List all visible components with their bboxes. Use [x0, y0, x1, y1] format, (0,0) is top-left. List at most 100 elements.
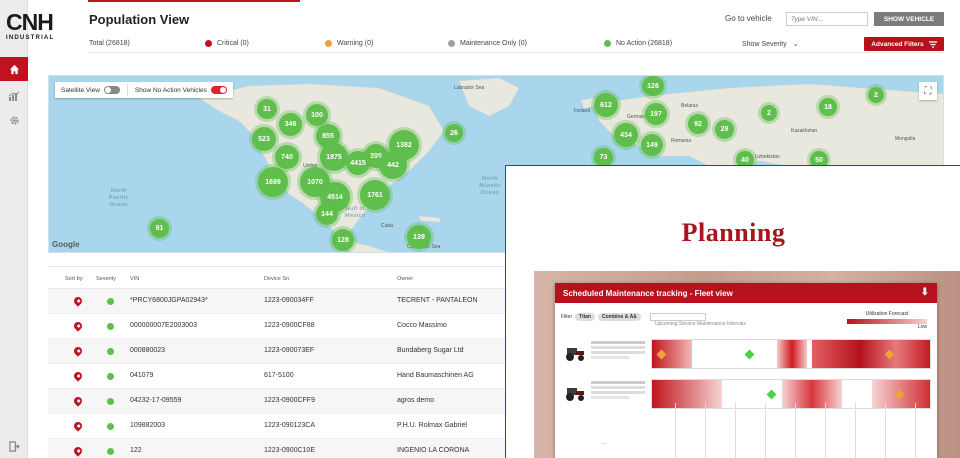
- location-pin-icon[interactable]: [72, 320, 84, 332]
- severity-dot-icon: [107, 323, 114, 330]
- table-row[interactable]: 000000007E2003003 1223-0900CF88 Cocco Ma…: [48, 314, 518, 339]
- more-rows-indicator: ...: [601, 439, 607, 446]
- column-header-device[interactable]: Device Sn: [264, 276, 289, 282]
- map-cluster[interactable]: 2: [868, 87, 884, 103]
- map-cluster[interactable]: 4415: [346, 151, 370, 175]
- map-cluster[interactable]: 18: [819, 98, 837, 116]
- table-row[interactable]: 041079 617-5100 Hand Baumaschinen AG: [48, 364, 518, 389]
- map-cluster[interactable]: 346: [279, 113, 302, 136]
- cell-device: 1223-090073EF: [264, 347, 315, 354]
- map-cluster[interactable]: 139: [407, 225, 431, 249]
- cell-vin: 000880023: [130, 347, 166, 354]
- location-pin-icon[interactable]: [72, 445, 84, 457]
- planning-overlay: Planning Scheduled Maintenance tracking …: [505, 165, 960, 458]
- map-cluster[interactable]: 1761: [360, 180, 390, 210]
- filter-icon: [928, 40, 937, 48]
- map-cluster[interactable]: 197: [645, 103, 667, 125]
- status-maintenance[interactable]: Maintenance Only (0): [448, 40, 527, 47]
- warning-dot-icon: [325, 40, 332, 47]
- map-cluster[interactable]: 92: [688, 114, 708, 134]
- plan-search-input[interactable]: [649, 313, 706, 321]
- goto-vehicle-label: Go to vehicle: [725, 14, 772, 23]
- advanced-filters-button[interactable]: Advanced Filters: [864, 37, 944, 51]
- table-row[interactable]: 109882003 1223-090123CA P.H.U. Rolmax Ga…: [48, 414, 518, 439]
- map-cluster[interactable]: 612: [594, 93, 618, 117]
- filter-chip[interactable]: Titan: [575, 313, 595, 321]
- map-cluster[interactable]: 149: [641, 134, 663, 156]
- logout-icon[interactable]: [0, 434, 28, 458]
- cell-owner: P.H.U. Rolmax Gabriel: [397, 422, 467, 429]
- status-total[interactable]: Total (26818): [89, 40, 130, 47]
- cell-vin: *PRCY6800JGPA02943*: [130, 297, 208, 304]
- map-cluster[interactable]: 100: [306, 104, 328, 126]
- advanced-filters-label: Advanced Filters: [871, 40, 924, 48]
- map-cluster[interactable]: 26: [445, 124, 463, 142]
- map-cluster[interactable]: 91: [150, 219, 169, 238]
- table-row[interactable]: 122 1223-0900C10E INGENIO LA CORONA: [48, 439, 518, 458]
- location-pin-icon[interactable]: [72, 345, 84, 357]
- cell-vin: 041079: [130, 372, 154, 379]
- maintenance-tracking-window: Scheduled Maintenance tracking - Fleet v…: [555, 283, 937, 458]
- cell-owner: Cocco Massimo: [397, 322, 447, 329]
- status-warning[interactable]: Warning (0): [325, 40, 373, 47]
- status-maintenance-label: Maintenance Only (0): [460, 40, 527, 47]
- show-no-action-toggle[interactable]: [210, 86, 227, 94]
- location-pin-icon[interactable]: [72, 370, 84, 382]
- show-vehicle-button[interactable]: SHOW VEHICLE: [874, 12, 944, 26]
- location-pin-icon[interactable]: [72, 295, 84, 307]
- google-logo: Google: [52, 240, 80, 249]
- status-no-action[interactable]: No Action (26818): [604, 40, 672, 47]
- column-header-vin[interactable]: VIN: [130, 276, 139, 282]
- logo-mark: CNH: [6, 9, 54, 35]
- location-pin-icon[interactable]: [72, 395, 84, 407]
- map-cluster[interactable]: 29: [715, 120, 734, 139]
- cell-owner: Bundaberg Sugar Ltd: [397, 347, 464, 354]
- maintenance-track[interactable]: [651, 339, 931, 369]
- status-critical[interactable]: Critical (0): [205, 40, 249, 47]
- cell-vin: 109882003: [130, 422, 166, 429]
- show-severity-label: Show Severity: [742, 40, 787, 48]
- planning-title: Planning: [681, 218, 786, 247]
- map-cluster[interactable]: 1699: [258, 167, 288, 197]
- vehicle-table: Sort by: Severity VIN Device Sn Owner *P…: [48, 266, 518, 458]
- filter-chip[interactable]: Combine & A&: [597, 313, 641, 321]
- column-header-severity[interactable]: Severity: [96, 276, 116, 282]
- critical-dot-icon: [205, 40, 212, 47]
- map-cluster[interactable]: 144: [316, 203, 338, 225]
- download-icon[interactable]: ⬇: [921, 287, 929, 298]
- show-severity-dropdown[interactable]: Show Severity ⌄: [742, 40, 799, 49]
- vin-search-input[interactable]: [786, 12, 868, 26]
- map-cluster[interactable]: 128: [332, 229, 354, 251]
- place-label: Romania: [671, 138, 692, 144]
- map-controls: Satellite View Show No Action Vehicles: [55, 82, 233, 98]
- fullscreen-icon[interactable]: ⛶: [919, 82, 937, 100]
- map-cluster[interactable]: 2: [761, 105, 777, 121]
- cell-owner: agros demo: [397, 397, 434, 404]
- place-label: Mongolia: [895, 136, 916, 142]
- cell-device: 1223-090123CA: [264, 422, 315, 429]
- maintenance-track[interactable]: [651, 379, 931, 409]
- map-cluster[interactable]: 31: [257, 99, 277, 119]
- column-header-owner[interactable]: Owner: [397, 276, 413, 282]
- map-cluster[interactable]: 1875: [320, 143, 348, 171]
- map-cluster[interactable]: 740: [275, 145, 299, 169]
- map-cluster[interactable]: 523: [252, 127, 276, 151]
- satellite-view-toggle[interactable]: [103, 86, 120, 94]
- ok-marker-icon[interactable]: [744, 349, 755, 360]
- severity-dot-icon: [107, 423, 114, 430]
- severity-dot-icon: [107, 448, 114, 455]
- map-cluster[interactable]: 434: [614, 123, 638, 147]
- table-row[interactable]: 000880023 1223-090073EF Bundaberg Sugar …: [48, 339, 518, 364]
- chart-icon[interactable]: [0, 84, 28, 108]
- table-row[interactable]: *PRCY6800JGPA02943* 1223-090034FF TECREN…: [48, 289, 518, 314]
- ok-marker-icon[interactable]: [766, 389, 777, 400]
- map-cluster[interactable]: 442: [379, 151, 407, 179]
- place-label: Kazakhstan: [791, 128, 818, 134]
- home-icon[interactable]: [0, 57, 28, 81]
- map-cluster[interactable]: 126: [642, 76, 664, 96]
- table-row[interactable]: 04232-17-09559 1223-0900CFF9 agros demo: [48, 389, 518, 414]
- sort-by-label: Sort by:: [65, 276, 84, 282]
- place-label: Iceland: [574, 108, 591, 114]
- location-pin-icon[interactable]: [72, 420, 84, 432]
- gear-icon[interactable]: [0, 108, 28, 132]
